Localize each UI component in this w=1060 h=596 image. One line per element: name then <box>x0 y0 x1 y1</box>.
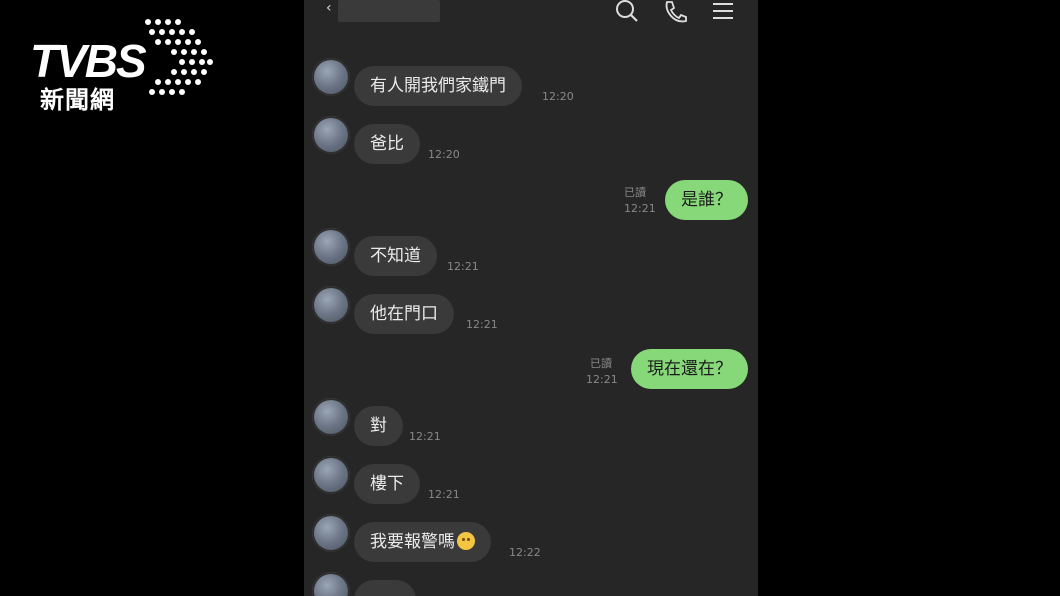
incoming-message-bubble[interactable]: 對 <box>354 406 403 446</box>
contact-avatar[interactable] <box>312 514 350 552</box>
message-time: 12:21 <box>447 260 479 273</box>
phone-icon[interactable] <box>662 0 688 24</box>
logo-subtitle: 新聞網 <box>40 86 115 114</box>
incoming-message-bubble[interactable]: 爸比 <box>354 124 420 164</box>
message-row: 已讀 12:21 是誰？ <box>304 178 758 226</box>
message-time: 12:21 <box>624 202 656 215</box>
contact-avatar[interactable] <box>312 572 350 596</box>
message-row: 不知道 12:21 <box>304 228 758 280</box>
incoming-message-bubble[interactable]: 樓下 <box>354 464 420 504</box>
chat-screen: ‹ 有人開我們家鐵門 12:20 爸比 12:20 已讀 12:21 是誰？ 不… <box>304 0 758 596</box>
contact-avatar[interactable] <box>312 398 350 436</box>
message-row-partial <box>304 572 758 596</box>
contact-avatar[interactable] <box>312 116 350 154</box>
message-row: 爸比 12:20 <box>304 116 758 168</box>
incoming-message-bubble[interactable]: 有人開我們家鐵門 <box>354 66 522 106</box>
logo-dot-pattern <box>145 19 213 95</box>
menu-icon[interactable] <box>710 0 736 24</box>
worried-face-emoji <box>457 532 475 550</box>
message-row: 我要報警嗎 12:22 <box>304 514 758 566</box>
back-icon[interactable]: ‹ <box>326 0 332 16</box>
contact-avatar[interactable] <box>312 228 350 266</box>
read-receipt: 已讀 <box>624 186 646 199</box>
message-time: 12:21 <box>586 373 618 386</box>
read-receipt: 已讀 <box>590 357 612 370</box>
message-row: 已讀 12:21 現在還在？ <box>304 347 758 395</box>
message-time: 12:20 <box>428 148 460 161</box>
tvbs-logo: TVBS 新聞網 <box>30 16 220 116</box>
message-row: 對 12:21 <box>304 398 758 450</box>
message-time: 12:21 <box>428 488 460 501</box>
logo-wordmark: TVBS <box>30 35 147 87</box>
incoming-message-bubble[interactable]: 他在門口 <box>354 294 454 334</box>
message-row: 樓下 12:21 <box>304 456 758 508</box>
contact-avatar[interactable] <box>312 58 350 96</box>
contact-name-blurred <box>338 0 440 22</box>
message-time: 12:21 <box>409 430 441 443</box>
incoming-message-bubble[interactable]: 不知道 <box>354 236 437 276</box>
outgoing-message-bubble[interactable]: 是誰？ <box>665 180 748 220</box>
chat-header: ‹ <box>304 0 758 40</box>
contact-avatar[interactable] <box>312 456 350 494</box>
message-time: 12:21 <box>466 318 498 331</box>
outgoing-message-bubble[interactable]: 現在還在？ <box>631 349 748 389</box>
message-time: 12:22 <box>509 546 541 559</box>
incoming-message-bubble[interactable] <box>354 580 416 596</box>
message-text: 我要報警嗎 <box>370 532 455 552</box>
search-icon[interactable] <box>614 0 640 24</box>
message-time: 12:20 <box>542 90 574 103</box>
message-row: 有人開我們家鐵門 12:20 <box>304 58 758 110</box>
message-row: 他在門口 12:21 <box>304 286 758 338</box>
incoming-message-bubble[interactable]: 我要報警嗎 <box>354 522 491 562</box>
contact-avatar[interactable] <box>312 286 350 324</box>
